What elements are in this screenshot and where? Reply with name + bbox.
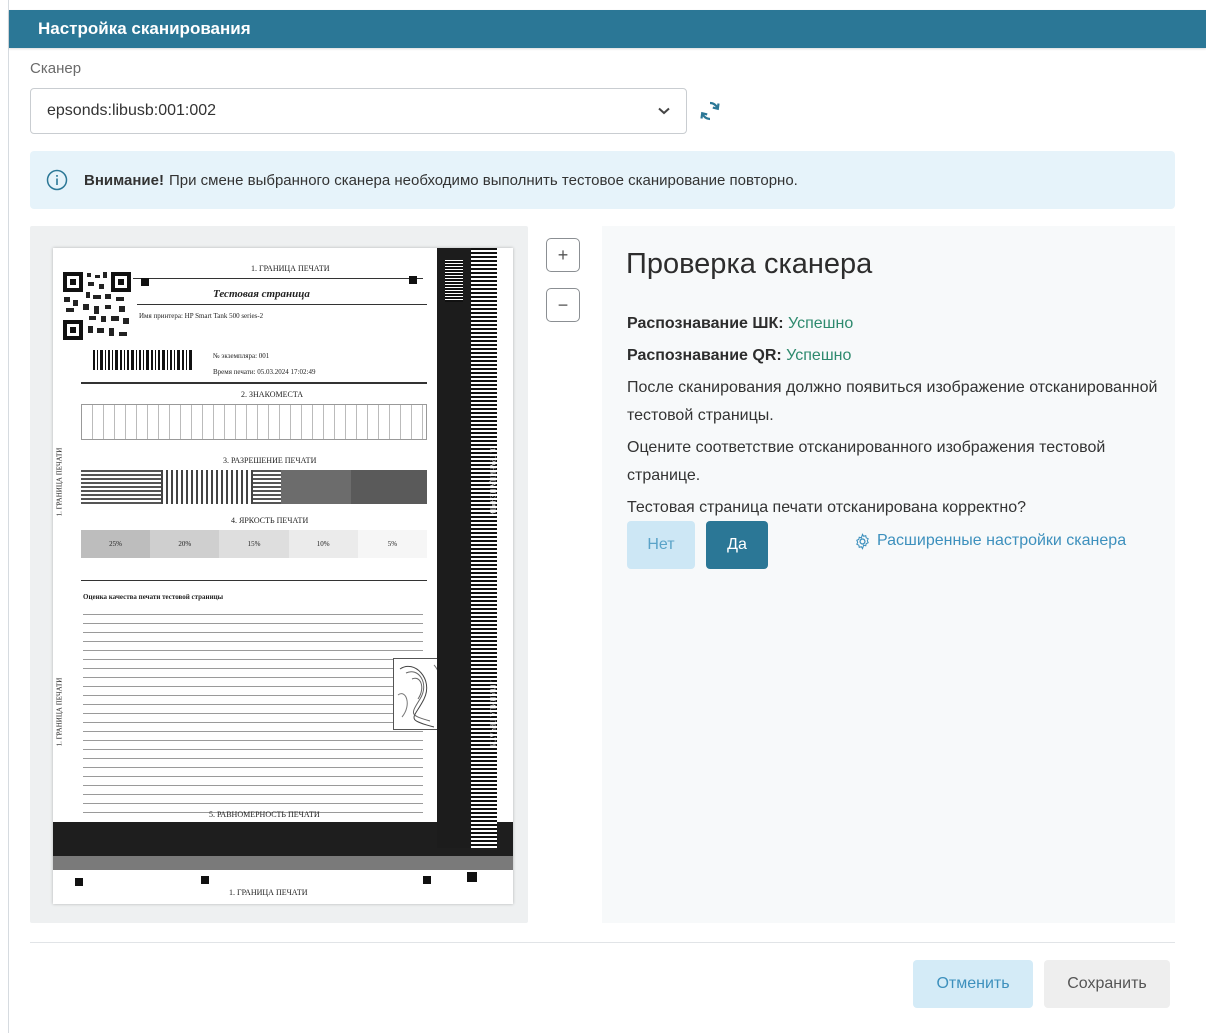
- test-page-image: 1. ГРАНИЦА ПЕЧАТИ Тестовая страница Имя …: [53, 248, 513, 904]
- barcode-status-row: Распознавание ШК: Успешно: [627, 310, 1167, 338]
- section-divider: [81, 382, 427, 384]
- qr-status-row: Распознавание QR: Успешно: [627, 342, 1167, 370]
- footer-divider: [30, 942, 1175, 943]
- brightness-value: 15%: [247, 540, 261, 548]
- resolution-lines: [161, 470, 253, 504]
- dialog-title: Настройка сканирования: [9, 10, 1206, 48]
- check-title: Проверка сканера: [626, 248, 873, 280]
- right-dark-band: [437, 248, 471, 848]
- warning-alert: Внимание! При смене выбранного сканера н…: [30, 151, 1175, 209]
- brightness-cell: 10%: [288, 530, 358, 558]
- registration-mark: [141, 278, 149, 286]
- brightness-value: 10%: [316, 540, 330, 548]
- check-body: Распознавание ШК: Успешно Распознавание …: [627, 310, 1167, 526]
- brightness-value: 5%: [387, 540, 398, 548]
- refresh-icon[interactable]: [697, 98, 723, 124]
- brightness-value: 20%: [178, 540, 192, 548]
- barcode-status: Успешно: [788, 315, 854, 332]
- vertical-barcode: [445, 260, 463, 302]
- registration-mark: [201, 876, 209, 884]
- scanner-check-panel: Проверка сканера Распознавание ШК: Успеш…: [602, 226, 1175, 923]
- qr-code: [61, 270, 133, 342]
- resolution-pattern: [81, 470, 427, 504]
- registration-mark: [75, 878, 83, 886]
- barcode: [93, 350, 193, 374]
- title-underline: [137, 304, 427, 305]
- registration-mark: [467, 872, 477, 882]
- scanner-select[interactable]: epsonds:libusb:001:002: [30, 88, 687, 134]
- yes-button[interactable]: Да: [706, 521, 768, 569]
- char-cells: [81, 404, 427, 440]
- print-time: Время печати: 05.03.2024 17:02:49: [213, 368, 316, 376]
- instructions-text: [83, 610, 423, 820]
- alert-text: При смене выбранного сканера необходимо …: [168, 171, 798, 189]
- section-2-heading: 2. ЗНАКОМЕСТА: [241, 390, 304, 399]
- instruction-text-2: Оцените соответствие отсканированного из…: [627, 439, 1106, 484]
- page-bottom-border-label: 1. ГРАНИЦА ПЕЧАТИ: [229, 888, 308, 897]
- section-5-heading: 5. РАВНОМЕРНОСТЬ ПЕЧАТИ: [209, 810, 320, 819]
- instructions-title: Оценка качества печати тестовой страницы: [83, 593, 224, 601]
- copy-number: № экземпляра: 001: [213, 352, 270, 360]
- printer-name: Имя принтера: HP Smart Tank 500 series-2: [139, 312, 264, 320]
- side-label-left: 1. ГРАНИЦА ПЕЧАТИ: [55, 447, 64, 517]
- scan-preview: 1. ГРАНИЦА ПЕЧАТИ Тестовая страница Имя …: [30, 226, 528, 923]
- info-icon: [46, 169, 68, 191]
- page-title: Тестовая страница: [213, 288, 310, 300]
- barcode-label: Распознавание ШК:: [627, 315, 784, 332]
- registration-mark: [409, 276, 417, 284]
- zoom-out-button[interactable]: −: [546, 288, 580, 322]
- qr-status: Успешно: [786, 347, 852, 364]
- question-text: Тестовая страница печати отсканирована к…: [627, 499, 1027, 516]
- zoom-in-button[interactable]: +: [546, 238, 580, 272]
- brightness-strip: 25% 20% 15% 10% 5%: [81, 530, 428, 558]
- side-label-left: 1. ГРАНИЦА ПЕЧАТИ: [55, 677, 64, 747]
- scanner-select-value: epsonds:libusb:001:002: [47, 102, 217, 119]
- brightness-cell: 20%: [150, 530, 220, 558]
- brightness-cell: 15%: [219, 530, 289, 558]
- advanced-settings-label: Расширенные настройки сканера: [877, 532, 1127, 549]
- side-label-right: 1. ГРАНИЦА ПЕЧАТИ: [488, 447, 497, 517]
- section-3-heading: 3. РАЗРЕШЕНИЕ ПЕЧАТИ: [223, 456, 317, 465]
- section-divider: [81, 580, 427, 581]
- brightness-cell: 5%: [357, 530, 428, 558]
- right-stripe-band: [471, 248, 497, 848]
- gear-icon: [854, 532, 871, 550]
- page-top-border-label: 1. ГРАНИЦА ПЕЧАТИ: [251, 264, 330, 273]
- side-label-right: 1. ГРАНИЦА ПЕЧАТИ: [488, 677, 497, 747]
- brightness-cell: 25%: [81, 530, 151, 558]
- instruction-text-1: После сканирования должно появиться изоб…: [627, 379, 1158, 424]
- section-4-heading: 4. ЯРКОСТЬ ПЕЧАТИ: [231, 516, 309, 525]
- registration-mark: [423, 876, 431, 884]
- advanced-settings-link[interactable]: Расширенные настройки сканера: [854, 532, 1126, 550]
- save-button[interactable]: Сохранить: [1044, 960, 1170, 1008]
- qr-label: Распознавание QR:: [627, 347, 782, 364]
- cancel-button[interactable]: Отменить: [913, 960, 1033, 1008]
- no-button[interactable]: Нет: [627, 521, 695, 569]
- page-top-line: [113, 278, 423, 279]
- scanner-label: Сканер: [30, 60, 82, 77]
- alert-strong: Внимание!: [84, 171, 164, 189]
- uniformity-band-gray: [53, 856, 513, 870]
- chevron-down-icon: [656, 89, 672, 133]
- brightness-value: 25%: [109, 540, 123, 548]
